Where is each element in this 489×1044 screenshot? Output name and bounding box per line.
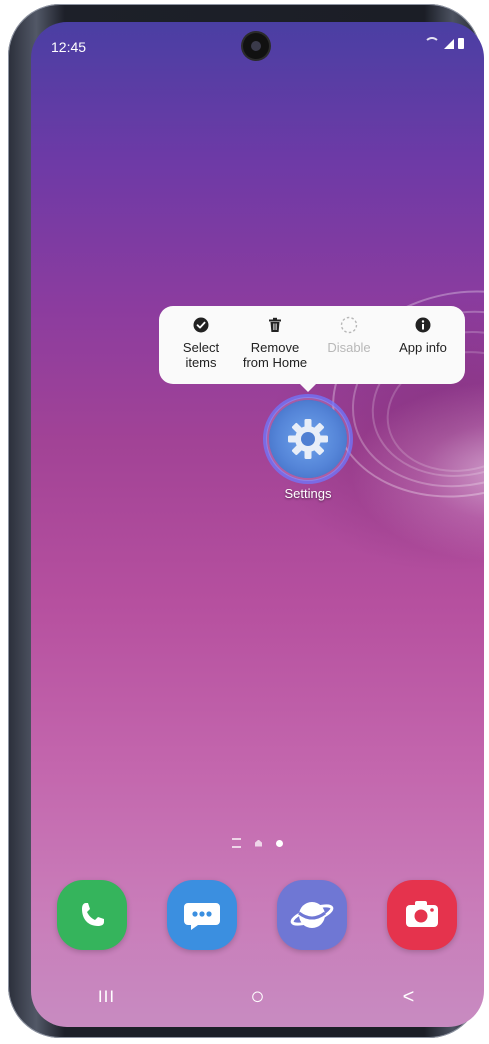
remove-from-home-button[interactable]: Remove from Home	[239, 306, 311, 384]
status-time: 12:45	[51, 39, 87, 55]
page-indicator	[31, 838, 484, 848]
camera-app-icon[interactable]	[387, 880, 457, 950]
app-label: Settings	[284, 486, 332, 501]
app-context-menu: Select items Remove from Home Disable Ap…	[159, 306, 465, 392]
current-page-dot	[276, 839, 283, 847]
home-button[interactable]: ○	[238, 982, 278, 1012]
signal-icon	[444, 39, 454, 49]
menu-item-label: Disable	[327, 340, 371, 355]
camera-icon	[406, 901, 438, 927]
front-camera	[243, 33, 269, 59]
back-button[interactable]: <	[389, 982, 429, 1012]
recents-button[interactable]: III	[87, 982, 127, 1012]
app-dock	[57, 880, 457, 960]
menu-item-label: Remove from Home	[242, 340, 308, 370]
dashed-circle-icon	[340, 316, 358, 334]
trash-icon	[266, 316, 284, 334]
app-info-button[interactable]: App info	[387, 306, 459, 384]
info-icon	[414, 316, 432, 334]
internet-app-icon[interactable]	[277, 880, 347, 950]
wifi-icon	[424, 37, 440, 49]
check-circle-icon	[192, 316, 210, 334]
menu-page-indicator-icon	[232, 838, 241, 848]
battery-icon	[458, 38, 464, 49]
status-bar: 12:45	[31, 22, 484, 62]
messages-app-icon[interactable]	[167, 880, 237, 950]
home-page-indicator-icon	[255, 839, 262, 847]
gear-icon	[288, 419, 328, 459]
navigation-bar: III ○ <	[31, 977, 484, 1017]
internet-icon	[290, 902, 334, 928]
menu-item-label: Select items	[182, 340, 220, 370]
phone-icon	[82, 903, 104, 926]
home-screen: 12:45 Select items Remove from Home Disa…	[31, 22, 484, 1027]
select-items-button[interactable]: Select items	[165, 306, 237, 384]
menu-item-label: App info	[399, 340, 447, 355]
disable-button[interactable]: Disable	[313, 306, 385, 384]
phone-app-icon[interactable]	[57, 880, 127, 950]
messages-icon	[184, 903, 220, 930]
phone-frame: 12:45 Select items Remove from Home Disa…	[8, 4, 484, 1038]
status-icons	[424, 37, 464, 49]
